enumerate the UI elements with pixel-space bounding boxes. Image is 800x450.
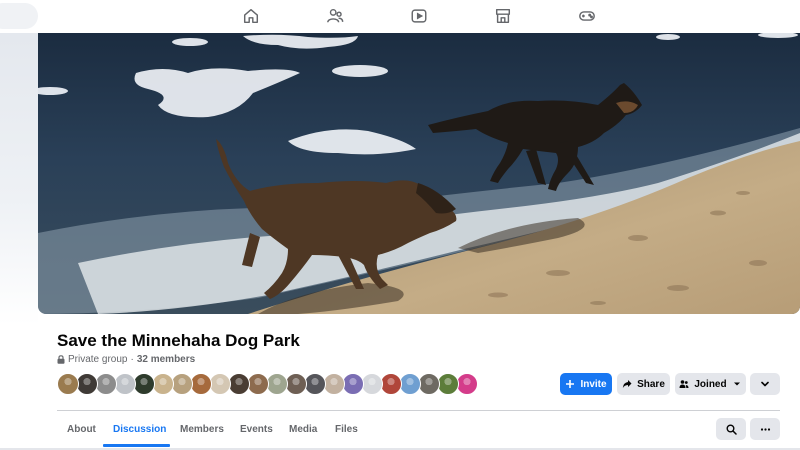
member-avatar[interactable] [361, 373, 383, 395]
invite-label: Invite [580, 378, 607, 390]
member-avatar[interactable] [342, 373, 364, 395]
member-avatar[interactable] [399, 373, 421, 395]
caret-down-icon [732, 379, 742, 389]
member-avatar[interactable] [114, 373, 136, 395]
search-group-button[interactable] [716, 418, 746, 440]
home-icon[interactable] [241, 6, 261, 26]
member-avatar[interactable] [437, 373, 459, 395]
video-icon[interactable] [409, 6, 429, 26]
tab-discussion[interactable]: Discussion [113, 411, 166, 447]
privacy-label[interactable]: Private group [68, 354, 127, 365]
search-input[interactable] [0, 3, 38, 29]
member-avatar[interactable] [95, 373, 117, 395]
member-avatar[interactable] [57, 373, 79, 395]
member-avatar-row [57, 373, 478, 395]
group-meta: Private group · 32 members [57, 354, 195, 365]
member-avatar[interactable] [190, 373, 212, 395]
people-icon [679, 379, 689, 389]
active-tab-indicator [103, 444, 170, 447]
plus-icon [565, 379, 575, 389]
marketplace-icon[interactable] [493, 6, 513, 26]
member-avatar[interactable] [456, 373, 478, 395]
left-sidebar-edge [0, 33, 38, 450]
share-button[interactable]: Share [617, 373, 670, 395]
more-options-button[interactable] [750, 418, 780, 440]
tab-files[interactable]: Files [335, 411, 358, 447]
group-cover-photo[interactable] [38, 33, 800, 314]
member-avatar[interactable] [418, 373, 440, 395]
member-avatar[interactable] [152, 373, 174, 395]
top-navigation-bar [0, 0, 800, 33]
member-avatar[interactable] [304, 373, 326, 395]
share-arrow-icon [622, 379, 632, 389]
share-label: Share [637, 378, 665, 390]
ellipsis-icon [760, 424, 771, 435]
member-avatar[interactable] [171, 373, 193, 395]
tab-about[interactable]: About [67, 411, 96, 447]
invite-button[interactable]: Invite [560, 373, 612, 395]
member-avatar[interactable] [380, 373, 402, 395]
chevron-down-icon [760, 379, 770, 389]
joined-button[interactable]: Joined [675, 373, 746, 395]
gaming-icon[interactable] [577, 6, 597, 26]
joined-label: Joined [694, 378, 727, 390]
member-avatar[interactable] [133, 373, 155, 395]
tab-media[interactable]: Media [289, 411, 317, 447]
tab-events[interactable]: Events [240, 411, 273, 447]
tab-members[interactable]: Members [180, 411, 224, 447]
member-avatar[interactable] [76, 373, 98, 395]
meta-separator: · [130, 354, 134, 365]
group-name: Save the Minnehaha Dog Park [57, 331, 300, 350]
member-avatar[interactable] [323, 373, 345, 395]
member-avatar[interactable] [209, 373, 231, 395]
member-avatar[interactable] [285, 373, 307, 395]
expand-header-button[interactable] [750, 373, 780, 395]
friends-icon[interactable] [325, 6, 345, 26]
lock-icon [57, 355, 65, 364]
member-count[interactable]: 32 members [137, 354, 195, 365]
member-avatar[interactable] [247, 373, 269, 395]
search-icon [726, 424, 737, 435]
member-avatar[interactable] [228, 373, 250, 395]
member-avatar[interactable] [266, 373, 288, 395]
